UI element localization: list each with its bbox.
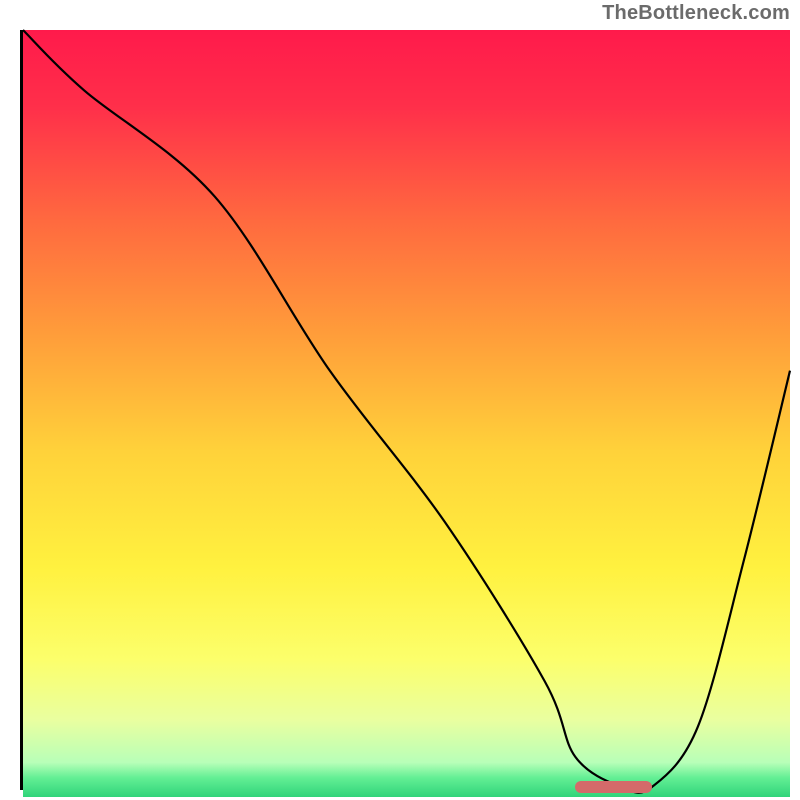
bottleneck-curve (23, 30, 790, 787)
plot-area (20, 30, 790, 790)
optimum-marker (575, 781, 652, 793)
chart-container: TheBottleneck.com (0, 0, 800, 800)
watermark-text: TheBottleneck.com (602, 2, 790, 25)
